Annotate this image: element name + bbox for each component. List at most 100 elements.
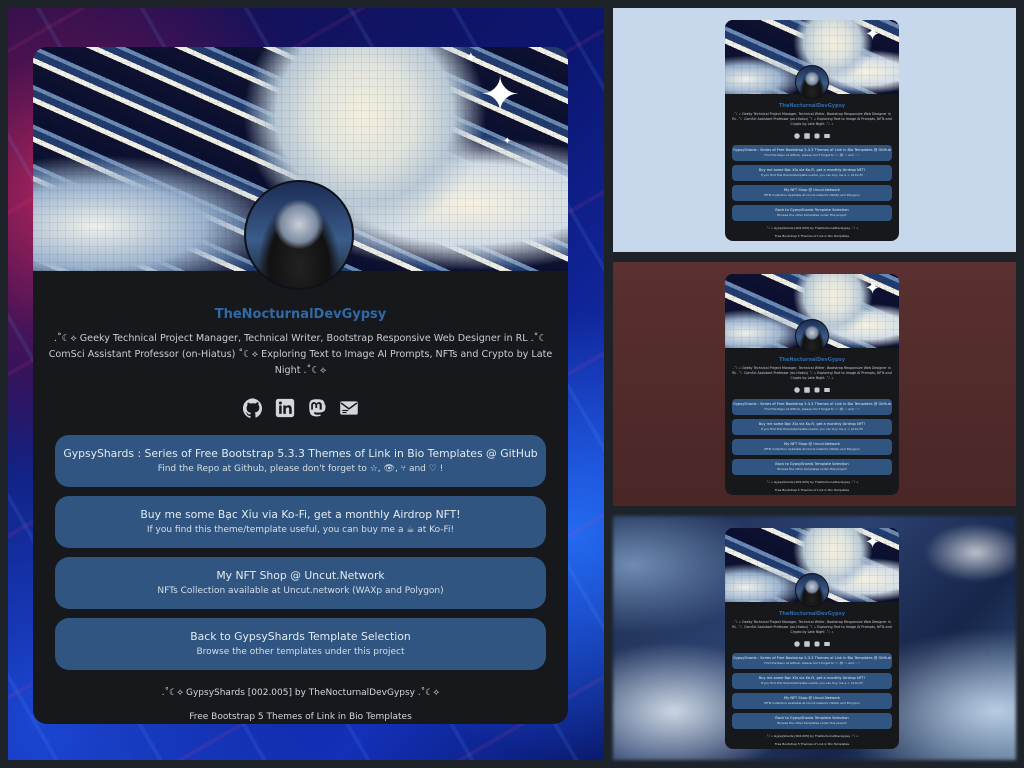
link-title: Buy me some Bạc Xỉu via Ko-Fi, get a mon… bbox=[140, 508, 461, 521]
github-repo-link[interactable]: GypsyShards : Series of Free Bootstrap 5… bbox=[55, 435, 546, 487]
social-icons bbox=[725, 640, 899, 647]
profile-name: TheNocturnalDevGypsy bbox=[779, 611, 845, 617]
kofi-link[interactable]: Buy me some Bạc Xỉu via Ko-Fi, get a mon… bbox=[732, 165, 892, 181]
footer-tagline: Free Bootstrap 5 Themes of Link in Bio T… bbox=[774, 488, 850, 492]
mail-icon[interactable] bbox=[824, 132, 831, 139]
kofi-link[interactable]: Buy me some Bạc Xỉu via Ko-Fi, get a mon… bbox=[732, 673, 892, 689]
github-repo-link[interactable]: GypsyShards : Series of Free Bootstrap 5… bbox=[732, 145, 892, 161]
avatar bbox=[795, 319, 829, 353]
preview-card-blurred: ✦ TheNocturnalDevGypsy .˚☾⟡ Geeky Techni… bbox=[725, 528, 899, 749]
nft-shop-link[interactable]: My NFT Shop @ Uncut.Network NFTs Collect… bbox=[55, 557, 546, 609]
link-list: GypsyShards : Series of Free Bootstrap 5… bbox=[33, 419, 568, 670]
link-subtitle: If you find this theme/template useful, … bbox=[760, 173, 864, 177]
card-footer: .˚☾⟡ GypsyShards [002.005] by TheNocturn… bbox=[33, 688, 568, 722]
link-title: Back to GypsyShards Template Selection bbox=[775, 208, 849, 212]
link-list: GypsyShards : Series of Free Bootstrap 5… bbox=[725, 139, 899, 221]
link-title: Buy me some Bạc Xỉu via Ko-Fi, get a mon… bbox=[758, 168, 866, 172]
link-title: My NFT Shop @ Uncut.Network bbox=[216, 569, 385, 582]
link-title: Back to GypsyShards Template Selection bbox=[775, 716, 849, 720]
github-icon[interactable] bbox=[242, 397, 264, 419]
link-title: My NFT Shop @ Uncut.Network bbox=[783, 188, 841, 192]
mail-icon[interactable] bbox=[824, 386, 831, 393]
mastodon-icon[interactable] bbox=[814, 386, 821, 393]
star-icon: ✦ bbox=[480, 67, 521, 123]
template-selection-link[interactable]: Back to GypsyShards Template Selection Br… bbox=[732, 205, 892, 221]
linkedin-icon[interactable] bbox=[804, 640, 811, 647]
link-subtitle: NFTs Collection available at Uncut.netwo… bbox=[764, 193, 860, 197]
github-icon[interactable] bbox=[794, 640, 801, 647]
preview-card-maroon: ✦ TheNocturnalDevGypsy .˚☾⟡ Geeky Techni… bbox=[725, 274, 899, 495]
theme-preview-collage: ✦ ✦ ✦ TheNocturnalDevGypsy .˚☾⟡ Geeky Te… bbox=[0, 0, 1024, 768]
mastodon-icon[interactable] bbox=[814, 132, 821, 139]
link-list: GypsyShards : Series of Free Bootstrap 5… bbox=[725, 647, 899, 729]
link-title: Back to GypsyShards Template Selection bbox=[190, 630, 411, 643]
footer-credit: .˚☾⟡ GypsyShards [002.005] by TheNocturn… bbox=[765, 734, 859, 738]
profile-name: TheNocturnalDevGypsy bbox=[779, 103, 845, 109]
link-subtitle: If you find this theme/template useful, … bbox=[760, 681, 864, 685]
nft-shop-link[interactable]: My NFT Shop @ Uncut.Network NFTs Collecti… bbox=[732, 439, 892, 455]
kofi-link[interactable]: Buy me some Bạc Xỉu via Ko-Fi, get a mon… bbox=[55, 496, 546, 548]
profile-bio: .˚☾⟡ Geeky Technical Project Manager, Te… bbox=[732, 112, 892, 126]
link-title: Back to GypsyShards Template Selection bbox=[775, 462, 849, 466]
link-subtitle: NFTs Collection available at Uncut.netwo… bbox=[764, 701, 860, 705]
link-title: GypsyShards : Series of Free Bootstrap 5… bbox=[733, 148, 891, 152]
github-icon[interactable] bbox=[794, 132, 801, 139]
social-icons bbox=[725, 132, 899, 139]
profile-bio: .˚☾⟡ Geeky Technical Project Manager, Te… bbox=[48, 333, 553, 376]
github-repo-link[interactable]: GypsyShards : Series of Free Bootstrap 5… bbox=[732, 399, 892, 415]
card-footer: .˚☾⟡ GypsyShards [002.005] by TheNocturn… bbox=[725, 226, 899, 238]
linkedin-icon[interactable] bbox=[804, 386, 811, 393]
link-subtitle: Browse the other templates under this pr… bbox=[196, 647, 405, 657]
link-title: My NFT Shop @ Uncut.Network bbox=[783, 696, 841, 700]
footer-credit: .˚☾⟡ GypsyShards [002.005] by TheNocturn… bbox=[765, 226, 859, 230]
footer-tagline: Free Bootstrap 5 Themes of Link in Bio T… bbox=[774, 234, 850, 238]
profile-name: TheNocturnalDevGypsy bbox=[779, 357, 845, 363]
nft-shop-link[interactable]: My NFT Shop @ Uncut.Network NFTs Collecti… bbox=[732, 693, 892, 709]
linkedin-icon[interactable] bbox=[274, 397, 296, 419]
social-icons bbox=[725, 386, 899, 393]
avatar bbox=[244, 180, 354, 290]
star-icon: ✦ bbox=[865, 532, 881, 553]
mastodon-icon[interactable] bbox=[306, 397, 328, 419]
profile-bio: .˚☾⟡ Geeky Technical Project Manager, Te… bbox=[732, 366, 892, 380]
github-icon[interactable] bbox=[794, 386, 801, 393]
link-subtitle: NFTs Collection available at Uncut.netwo… bbox=[764, 447, 860, 451]
link-subtitle: Find the Repo at Github, please don't fo… bbox=[764, 661, 860, 665]
link-subtitle: Find the Repo at Github, please don't fo… bbox=[764, 407, 860, 411]
footer-tagline: Free Bootstrap 5 Themes of Link in Bio T… bbox=[774, 742, 850, 746]
social-icons bbox=[33, 397, 568, 419]
nft-shop-link[interactable]: My NFT Shop @ Uncut.Network NFTs Collecti… bbox=[732, 185, 892, 201]
profile-bio: .˚☾⟡ Geeky Technical Project Manager, Te… bbox=[732, 620, 892, 634]
mail-icon[interactable] bbox=[338, 397, 360, 419]
footer-credit: .˚☾⟡ GypsyShards [002.005] by TheNocturn… bbox=[161, 688, 440, 698]
card-footer: .˚☾⟡ GypsyShards [002.005] by TheNocturn… bbox=[725, 734, 899, 746]
link-subtitle: Browse the other templates under this pr… bbox=[777, 721, 847, 725]
link-subtitle: Find the Repo at Github, please don't fo… bbox=[157, 464, 444, 474]
link-list: GypsyShards : Series of Free Bootstrap 5… bbox=[725, 393, 899, 475]
footer-credit: .˚☾⟡ GypsyShards [002.005] by TheNocturn… bbox=[765, 480, 859, 484]
avatar bbox=[795, 573, 829, 607]
template-selection-link[interactable]: Back to GypsyShards Template Selection B… bbox=[55, 618, 546, 670]
mastodon-icon[interactable] bbox=[814, 640, 821, 647]
star-icon: ✦ bbox=[465, 50, 477, 66]
linkedin-icon[interactable] bbox=[804, 132, 811, 139]
link-title: GypsyShards : Series of Free Bootstrap 5… bbox=[63, 447, 538, 460]
star-icon: ✦ bbox=[503, 136, 512, 147]
link-subtitle: If you find this theme/template useful, … bbox=[760, 427, 864, 431]
card-footer: .˚☾⟡ GypsyShards [002.005] by TheNocturn… bbox=[725, 480, 899, 492]
preview-card-light: ✦ TheNocturnalDevGypsy .˚☾⟡ Geeky Techni… bbox=[725, 20, 899, 241]
github-repo-link[interactable]: GypsyShards : Series of Free Bootstrap 5… bbox=[732, 653, 892, 669]
template-selection-link[interactable]: Back to GypsyShards Template Selection Br… bbox=[732, 713, 892, 729]
link-subtitle: Find the Repo at Github, please don't fo… bbox=[764, 153, 860, 157]
profile-name: TheNocturnalDevGypsy bbox=[214, 307, 387, 322]
profile-card: ✦ ✦ ✦ TheNocturnalDevGypsy .˚☾⟡ Geeky Te… bbox=[33, 47, 568, 724]
footer-tagline: Free Bootstrap 5 Themes of Link in Bio T… bbox=[189, 712, 412, 722]
template-selection-link[interactable]: Back to GypsyShards Template Selection Br… bbox=[732, 459, 892, 475]
link-title: Buy me some Bạc Xỉu via Ko-Fi, get a mon… bbox=[758, 676, 866, 680]
link-title: My NFT Shop @ Uncut.Network bbox=[783, 442, 841, 446]
link-subtitle: If you find this theme/template useful, … bbox=[146, 525, 455, 535]
star-icon: ✦ bbox=[865, 24, 881, 45]
star-icon: ✦ bbox=[865, 278, 881, 299]
mail-icon[interactable] bbox=[824, 640, 831, 647]
kofi-link[interactable]: Buy me some Bạc Xỉu via Ko-Fi, get a mon… bbox=[732, 419, 892, 435]
